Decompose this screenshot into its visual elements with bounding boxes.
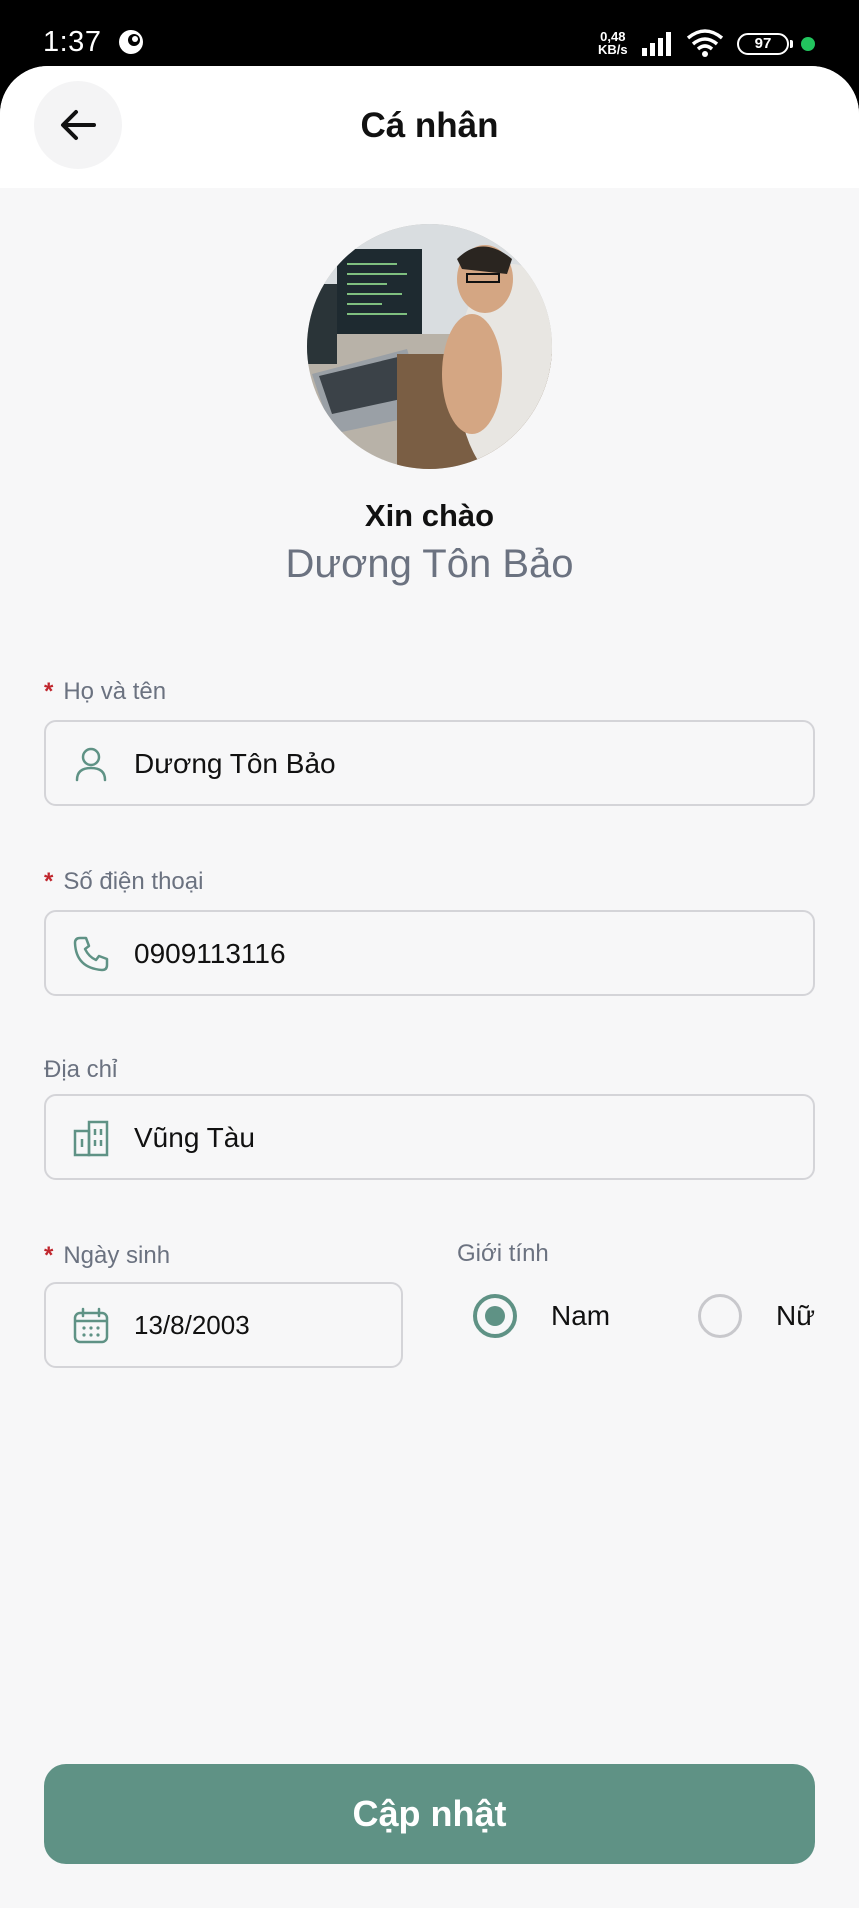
address-label: Địa chỉ — [44, 1056, 118, 1083]
address-field[interactable]: Vũng Tàu — [44, 1094, 815, 1180]
phone-field[interactable]: 0909113116 — [44, 910, 815, 996]
birthday-value: 13/8/2003 — [134, 1310, 250, 1340]
gender-option-male[interactable]: Nam — [473, 1294, 610, 1338]
notification-icon — [119, 30, 143, 54]
phone-value: 0909113116 — [134, 938, 286, 969]
update-button[interactable]: Cập nhật — [44, 1764, 815, 1864]
status-time: 1:37 — [43, 26, 102, 58]
full-name-label: * Họ và tên — [44, 678, 167, 705]
radio-button-male[interactable] — [473, 1294, 517, 1338]
gender-option-female[interactable]: Nữ — [698, 1294, 815, 1338]
gender-option-label: Nữ — [776, 1300, 815, 1331]
phone-icon — [73, 936, 109, 972]
radio-button-female[interactable] — [698, 1294, 742, 1338]
required-mark: * — [44, 678, 54, 705]
status-bar: 1:37 0,48 KB/s 97 — [0, 0, 859, 70]
profile-screen: Cá nhân Xin chào Dương Tôn Bảo * Họ và t… — [0, 66, 859, 1908]
gender-option-label: Nam — [551, 1300, 611, 1331]
birthday-field[interactable]: 13/8/2003 — [44, 1282, 403, 1368]
phone-label: * Số điện thoại — [44, 868, 204, 895]
address-value: Vũng Tàu — [134, 1122, 255, 1153]
wifi-icon — [686, 29, 724, 57]
avatar[interactable] — [307, 224, 552, 469]
page-title: Cá nhân — [360, 106, 499, 145]
app-header: Cá nhân — [0, 66, 859, 188]
birthday-label: * Ngày sinh — [44, 1242, 171, 1269]
full-name-field[interactable]: Dương Tôn Bảo — [44, 720, 815, 806]
required-mark: * — [44, 1242, 54, 1269]
avatar-photo — [307, 224, 552, 469]
privacy-indicator-dot — [801, 37, 815, 51]
user-name: Dương Tôn Bảo — [285, 542, 574, 586]
required-mark: * — [44, 868, 54, 895]
signal-icon — [642, 32, 671, 56]
gender-label: Giới tính — [457, 1240, 549, 1267]
user-icon — [75, 747, 107, 782]
full-name-value: Dương Tôn Bảo — [134, 748, 336, 779]
building-icon — [73, 1120, 109, 1157]
network-speed: 0,48 KB/s — [598, 29, 628, 57]
battery-indicator: 97 — [737, 33, 793, 55]
calendar-icon — [73, 1307, 109, 1344]
greeting: Xin chào — [364, 498, 495, 533]
